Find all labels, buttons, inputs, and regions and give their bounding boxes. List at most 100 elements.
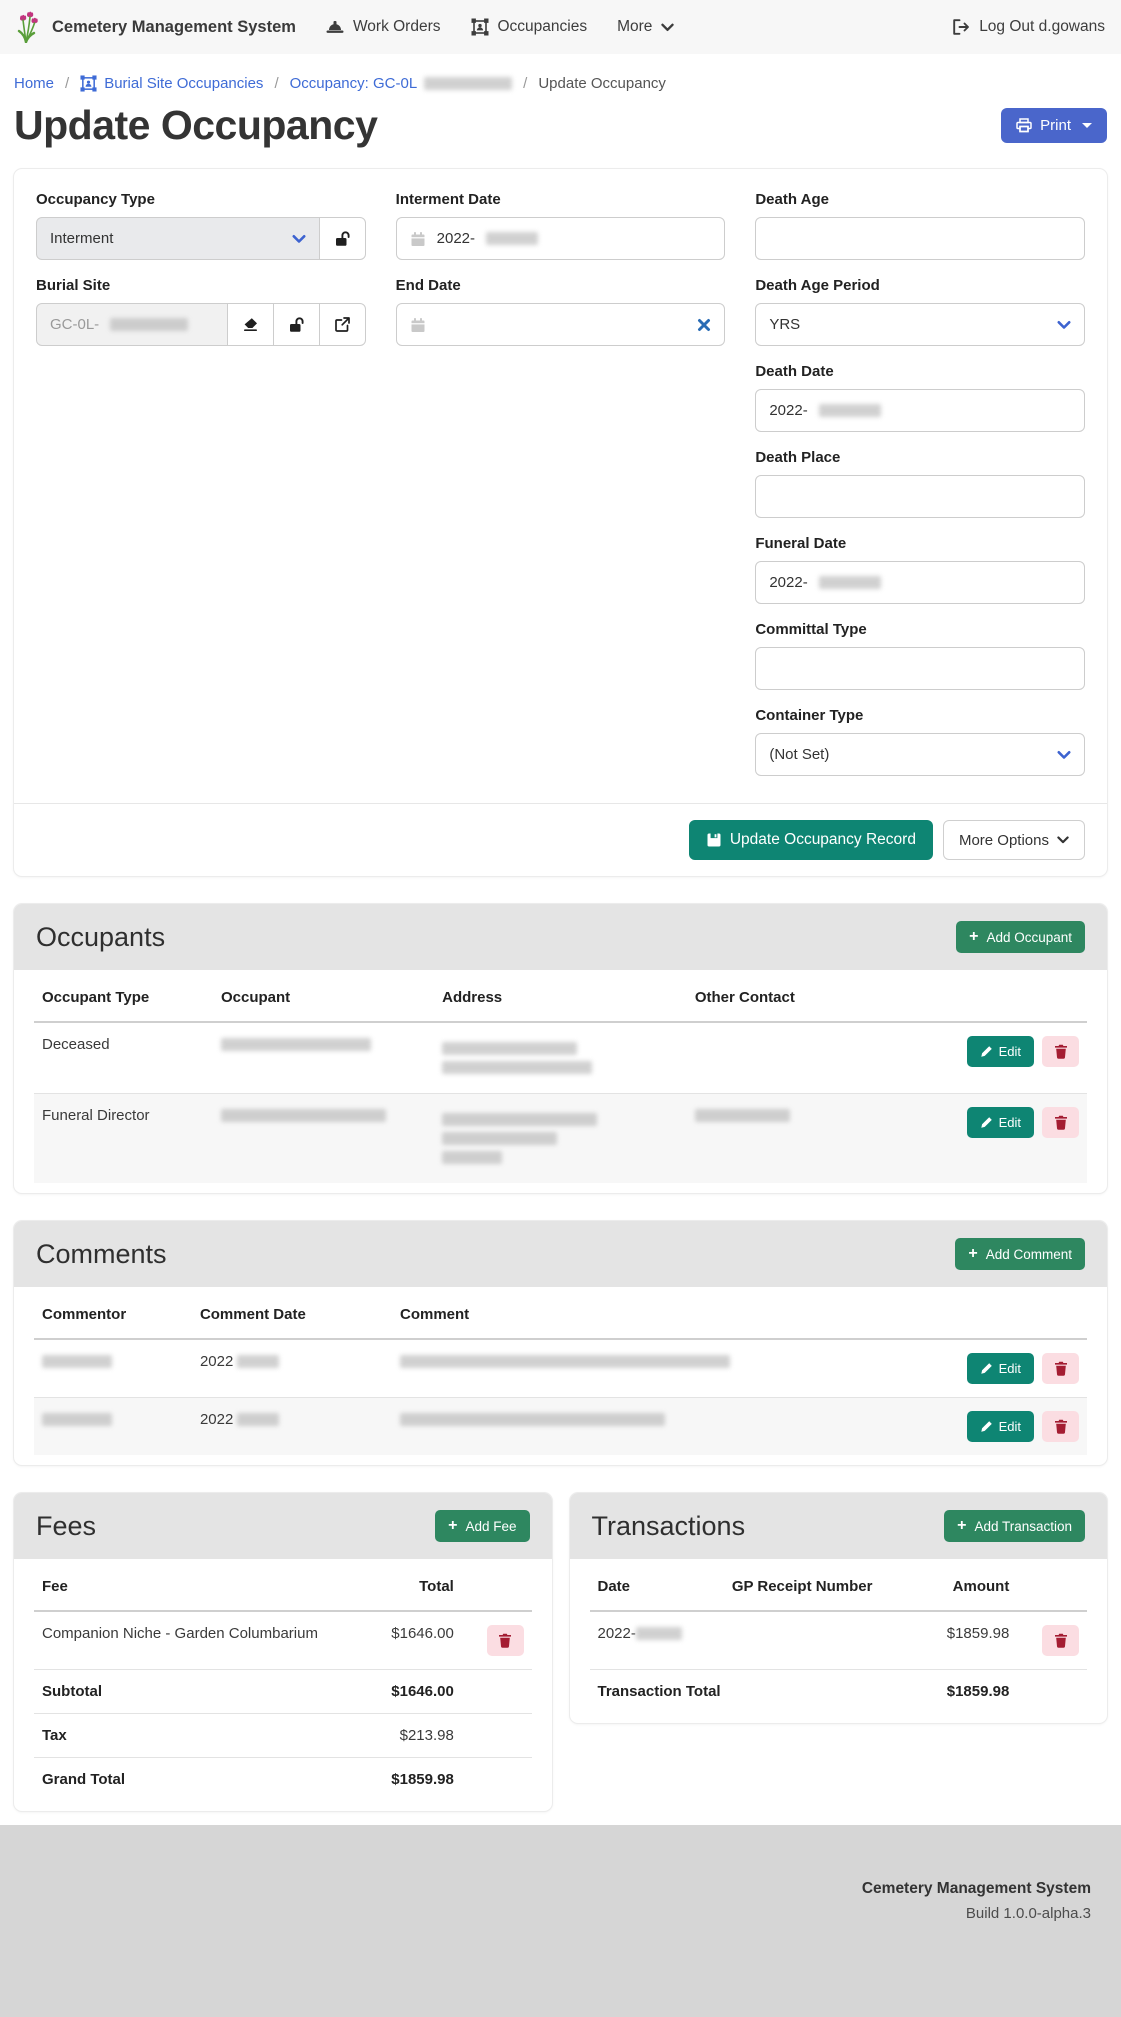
pencil-icon (980, 1045, 993, 1058)
transaction-receipt (724, 1611, 908, 1670)
print-button[interactable]: Print (1001, 108, 1107, 143)
col-occupant-type: Occupant Type (34, 974, 213, 1022)
fee-row: Companion Niche - Garden Columbarium $16… (34, 1611, 532, 1670)
fees-table: Fee Total Companion Niche - Garden Colum… (34, 1563, 532, 1801)
death-age-period-label: Death Age Period (755, 277, 1085, 294)
clear-x-icon[interactable] (697, 318, 711, 332)
comments-card: Comments + Add Comment Commentor Comment… (14, 1221, 1107, 1465)
death-age-input[interactable] (755, 217, 1085, 260)
edit-occupant-button[interactable]: Edit (967, 1036, 1034, 1067)
print-label: Print (1040, 117, 1071, 134)
update-occupancy-record-button[interactable]: Update Occupancy Record (689, 820, 933, 860)
occupant-address (434, 1022, 687, 1094)
comment-date-value: 2022 (200, 1411, 233, 1428)
comment-date-value: 2022 (200, 1353, 233, 1370)
funeral-date-label: Funeral Date (755, 535, 1085, 552)
committal-type-input[interactable] (755, 647, 1085, 690)
fees-subtotal-row: Subtotal $1646.00 (34, 1670, 532, 1714)
edit-occupant-button[interactable]: Edit (967, 1107, 1034, 1138)
trash-icon (498, 1633, 512, 1648)
add-occupant-button[interactable]: + Add Occupant (956, 921, 1085, 953)
burial-site-open-button[interactable] (319, 303, 366, 346)
occupants-table: Occupant Type Occupant Address Other Con… (34, 974, 1087, 1183)
more-options-button[interactable]: More Options (943, 820, 1085, 860)
funeral-date-input[interactable]: 2022- (755, 561, 1085, 604)
container-type-select[interactable]: (Not Set) (755, 733, 1085, 776)
delete-occupant-button[interactable] (1042, 1036, 1079, 1067)
chevron-down-icon (1057, 750, 1071, 759)
nav-work-orders-label: Work Orders (353, 18, 441, 36)
death-age-period-select[interactable]: YRS (755, 303, 1085, 346)
death-date-value: 2022- (769, 402, 807, 419)
nav-more[interactable]: More (617, 18, 674, 36)
col-amount: Amount (908, 1563, 1017, 1611)
plus-icon: + (969, 929, 978, 945)
form-col-3: Death Age Death Age Period YRS Death Dat… (755, 191, 1085, 793)
logout-link[interactable]: Log Out d.gowans (952, 18, 1105, 36)
field-death-age-period: Death Age Period YRS (755, 277, 1085, 346)
add-comment-button[interactable]: + Add Comment (955, 1238, 1085, 1270)
pencil-icon (980, 1116, 993, 1129)
transactions-table: Date GP Receipt Number Amount 2022- $185… (590, 1563, 1088, 1713)
burial-site-lock-button[interactable] (273, 303, 320, 346)
occupancy-type-select[interactable]: Interment (36, 217, 320, 260)
occupants-header: Occupants + Add Occupant (14, 904, 1107, 970)
delete-occupant-button[interactable] (1042, 1107, 1079, 1138)
calendar-icon (410, 231, 426, 247)
death-date-label: Death Date (755, 363, 1085, 380)
fee-name: Companion Niche - Garden Columbarium (34, 1611, 342, 1670)
fees-transactions-row: Fees + Add Fee Fee Total (14, 1493, 1107, 1811)
caret-down-icon (1082, 123, 1092, 128)
edit-comment-button[interactable]: Edit (967, 1411, 1034, 1442)
breadcrumb-burial-site-occupancies[interactable]: Burial Site Occupancies (80, 75, 263, 92)
occupancy-frame-icon (471, 18, 489, 36)
delete-comment-button[interactable] (1042, 1411, 1079, 1442)
tulips-logo-icon (16, 11, 42, 43)
subtotal-value: $1646.00 (342, 1670, 461, 1714)
transaction-date-value: 2022- (598, 1625, 636, 1642)
redacted-address-line (442, 1151, 502, 1164)
redacted-interment-date (486, 232, 538, 245)
delete-transaction-button[interactable] (1042, 1625, 1079, 1656)
burial-site-clear-button[interactable] (227, 303, 274, 346)
app-brand[interactable]: Cemetery Management System (16, 11, 296, 43)
commentor (34, 1398, 192, 1456)
burial-site-input[interactable]: GC-0L- (36, 303, 228, 346)
occupants-title: Occupants (36, 922, 165, 953)
edit-comment-button[interactable]: Edit (967, 1353, 1034, 1384)
comment-text (392, 1339, 919, 1398)
col-actions (1017, 1563, 1087, 1611)
delete-fee-button[interactable] (487, 1625, 524, 1656)
container-type-value: (Not Set) (769, 746, 829, 763)
field-burial-site: Burial Site GC-0L- (36, 277, 366, 346)
transaction-date: 2022- (590, 1611, 724, 1670)
delete-comment-button[interactable] (1042, 1353, 1079, 1384)
redacted-comment (400, 1355, 730, 1368)
fee-total: $1646.00 (342, 1611, 461, 1670)
chevron-down-icon (661, 23, 674, 32)
interment-date-input[interactable]: 2022- (396, 217, 726, 260)
occupant-name (213, 1094, 434, 1184)
breadcrumb-current: Update Occupancy (538, 75, 666, 92)
redacted-commentor (42, 1355, 112, 1368)
end-date-label: End Date (396, 277, 726, 294)
occupancy-type-lock-button[interactable] (319, 217, 366, 260)
nav-work-orders[interactable]: Work Orders (326, 18, 441, 36)
edit-label: Edit (999, 1419, 1021, 1434)
redacted-burial-site (110, 318, 188, 331)
breadcrumb-occupancy[interactable]: Occupancy: GC-0L (290, 75, 513, 92)
death-age-label: Death Age (755, 191, 1085, 208)
end-date-input[interactable] (396, 303, 726, 346)
comment-date: 2022 (192, 1339, 392, 1398)
add-transaction-button[interactable]: + Add Transaction (944, 1510, 1085, 1542)
breadcrumb-home[interactable]: Home (14, 75, 54, 92)
redacted-occupant-name (221, 1038, 371, 1051)
death-place-input[interactable] (755, 475, 1085, 518)
add-fee-button[interactable]: + Add Fee (435, 1510, 529, 1542)
nav-occupancies[interactable]: Occupancies (471, 18, 588, 36)
occupancy-form-card: Occupancy Type Interment (14, 169, 1107, 876)
grand-total-label: Grand Total (34, 1758, 342, 1802)
occupant-other-contact (687, 1094, 919, 1184)
death-date-input[interactable]: 2022- (755, 389, 1085, 432)
external-link-icon (334, 316, 351, 333)
